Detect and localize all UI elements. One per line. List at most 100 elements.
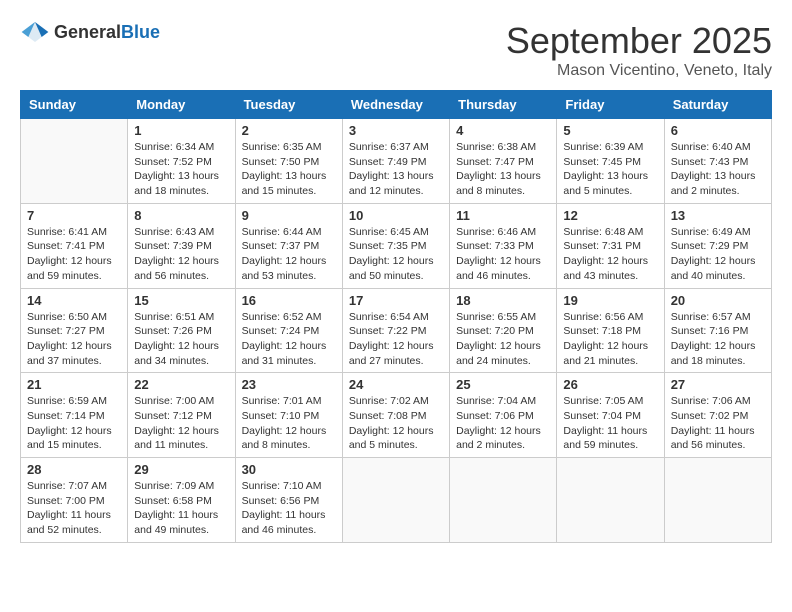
day-number: 17	[349, 293, 443, 308]
day-info: Sunrise: 6:50 AMSunset: 7:27 PMDaylight:…	[27, 310, 121, 369]
table-row: 13 Sunrise: 6:49 AMSunset: 7:29 PMDayligh…	[664, 203, 771, 288]
table-row: 27 Sunrise: 7:06 AMSunset: 7:02 PMDayligh…	[664, 373, 771, 458]
day-number: 15	[134, 293, 228, 308]
calendar-week-row: 28 Sunrise: 7:07 AMSunset: 7:00 PMDayligh…	[21, 458, 772, 543]
table-row: 8 Sunrise: 6:43 AMSunset: 7:39 PMDaylight…	[128, 203, 235, 288]
day-number: 14	[27, 293, 121, 308]
day-number: 6	[671, 123, 765, 138]
day-info: Sunrise: 7:00 AMSunset: 7:12 PMDaylight:…	[134, 394, 228, 453]
table-row	[450, 458, 557, 543]
day-info: Sunrise: 6:44 AMSunset: 7:37 PMDaylight:…	[242, 225, 336, 284]
day-number: 4	[456, 123, 550, 138]
table-row: 26Sunrise: 7:05 AMSunset: 7:04 PMDayligh…	[557, 373, 664, 458]
day-info: Sunrise: 6:39 AMSunset: 7:45 PMDaylight:…	[563, 140, 657, 199]
day-info: Sunrise: 6:35 AMSunset: 7:50 PMDaylight:…	[242, 140, 336, 199]
day-info: Sunrise: 6:55 AMSunset: 7:20 PMDaylight:…	[456, 310, 550, 369]
table-row	[342, 458, 449, 543]
table-row	[664, 458, 771, 543]
table-row: 2 Sunrise: 6:35 AMSunset: 7:50 PMDaylight…	[235, 119, 342, 204]
table-row: 5 Sunrise: 6:39 AMSunset: 7:45 PMDaylight…	[557, 119, 664, 204]
day-number: 27	[671, 377, 765, 392]
table-row: 15 Sunrise: 6:51 AMSunset: 7:26 PMDayligh…	[128, 288, 235, 373]
table-row: 6 Sunrise: 6:40 AMSunset: 7:43 PMDaylight…	[664, 119, 771, 204]
day-info: Sunrise: 6:46 AMSunset: 7:33 PMDaylight:…	[456, 225, 550, 284]
table-row: 4 Sunrise: 6:38 AMSunset: 7:47 PMDaylight…	[450, 119, 557, 204]
day-info: Sunrise: 6:59 AMSunset: 7:14 PMDaylight:…	[27, 394, 121, 453]
title-block: September 2025 Mason Vicentino, Veneto, …	[506, 20, 772, 80]
day-number: 13	[671, 208, 765, 223]
table-row: 17 Sunrise: 6:54 AMSunset: 7:22 PMDayligh…	[342, 288, 449, 373]
col-tuesday: Tuesday	[235, 91, 342, 119]
day-info: Sunrise: 6:34 AMSunset: 7:52 PMDaylight:…	[134, 140, 228, 199]
day-number: 30	[242, 462, 336, 477]
day-number: 11	[456, 208, 550, 223]
logo-text-blue: Blue	[121, 22, 160, 42]
day-info: Sunrise: 6:41 AMSunset: 7:41 PMDaylight:…	[27, 225, 121, 284]
day-info: Sunrise: 6:49 AMSunset: 7:29 PMDaylight:…	[671, 225, 765, 284]
col-monday: Monday	[128, 91, 235, 119]
day-number: 24	[349, 377, 443, 392]
table-row: 25 Sunrise: 7:04 AMSunset: 7:06 PMDayligh…	[450, 373, 557, 458]
day-info: Sunrise: 6:38 AMSunset: 7:47 PMDaylight:…	[456, 140, 550, 199]
day-info: Sunrise: 7:04 AMSunset: 7:06 PMDaylight:…	[456, 394, 550, 453]
day-info: Sunrise: 6:45 AMSunset: 7:35 PMDaylight:…	[349, 225, 443, 284]
location-title: Mason Vicentino, Veneto, Italy	[506, 62, 772, 80]
table-row: 19 Sunrise: 6:56 AMSunset: 7:18 PMDayligh…	[557, 288, 664, 373]
col-thursday: Thursday	[450, 91, 557, 119]
day-info: Sunrise: 6:40 AMSunset: 7:43 PMDaylight:…	[671, 140, 765, 199]
col-saturday: Saturday	[664, 91, 771, 119]
day-info: Sunrise: 6:54 AMSunset: 7:22 PMDaylight:…	[349, 310, 443, 369]
day-number: 10	[349, 208, 443, 223]
table-row: 10 Sunrise: 6:45 AMSunset: 7:35 PMDayligh…	[342, 203, 449, 288]
month-title: September 2025	[506, 20, 772, 62]
calendar-week-row: 1 Sunrise: 6:34 AMSunset: 7:52 PMDaylight…	[21, 119, 772, 204]
page-header: GeneralBlue September 2025 Mason Vicenti…	[20, 20, 772, 80]
day-info: Sunrise: 6:57 AMSunset: 7:16 PMDaylight:…	[671, 310, 765, 369]
table-row: 20 Sunrise: 6:57 AMSunset: 7:16 PMDayligh…	[664, 288, 771, 373]
calendar-week-row: 14 Sunrise: 6:50 AMSunset: 7:27 PMDayligh…	[21, 288, 772, 373]
day-number: 25	[456, 377, 550, 392]
day-number: 21	[27, 377, 121, 392]
day-number: 22	[134, 377, 228, 392]
day-number: 12	[563, 208, 657, 223]
day-info: Sunrise: 7:09 AMSunset: 6:58 PMDaylight:…	[134, 479, 228, 538]
col-friday: Friday	[557, 91, 664, 119]
day-info: Sunrise: 6:48 AMSunset: 7:31 PMDaylight:…	[563, 225, 657, 284]
day-info: Sunrise: 6:56 AMSunset: 7:18 PMDaylight:…	[563, 310, 657, 369]
day-number: 19	[563, 293, 657, 308]
calendar-week-row: 7 Sunrise: 6:41 AMSunset: 7:41 PMDaylight…	[21, 203, 772, 288]
day-number: 23	[242, 377, 336, 392]
day-info: Sunrise: 7:07 AMSunset: 7:00 PMDaylight:…	[27, 479, 121, 538]
day-number: 9	[242, 208, 336, 223]
table-row: 30 Sunrise: 7:10 AMSunset: 6:56 PMDayligh…	[235, 458, 342, 543]
day-info: Sunrise: 6:51 AMSunset: 7:26 PMDaylight:…	[134, 310, 228, 369]
day-number: 26	[563, 377, 657, 392]
day-number: 8	[134, 208, 228, 223]
day-number: 29	[134, 462, 228, 477]
table-row: 29 Sunrise: 7:09 AMSunset: 6:58 PMDayligh…	[128, 458, 235, 543]
table-row: 11 Sunrise: 6:46 AMSunset: 7:33 PMDayligh…	[450, 203, 557, 288]
day-number: 28	[27, 462, 121, 477]
table-row: 28 Sunrise: 7:07 AMSunset: 7:00 PMDayligh…	[21, 458, 128, 543]
day-number: 2	[242, 123, 336, 138]
day-number: 20	[671, 293, 765, 308]
col-sunday: Sunday	[21, 91, 128, 119]
logo-icon	[20, 20, 50, 44]
col-wednesday: Wednesday	[342, 91, 449, 119]
table-row: 1 Sunrise: 6:34 AMSunset: 7:52 PMDaylight…	[128, 119, 235, 204]
table-row: 7 Sunrise: 6:41 AMSunset: 7:41 PMDaylight…	[21, 203, 128, 288]
table-row: 18Sunrise: 6:55 AMSunset: 7:20 PMDayligh…	[450, 288, 557, 373]
day-info: Sunrise: 7:02 AMSunset: 7:08 PMDaylight:…	[349, 394, 443, 453]
day-number: 7	[27, 208, 121, 223]
day-info: Sunrise: 7:10 AMSunset: 6:56 PMDaylight:…	[242, 479, 336, 538]
table-row: 16Sunrise: 6:52 AMSunset: 7:24 PMDayligh…	[235, 288, 342, 373]
logo-text-general: General	[54, 22, 121, 42]
day-info: Sunrise: 6:43 AMSunset: 7:39 PMDaylight:…	[134, 225, 228, 284]
day-number: 3	[349, 123, 443, 138]
day-number: 1	[134, 123, 228, 138]
day-info: Sunrise: 6:37 AMSunset: 7:49 PMDaylight:…	[349, 140, 443, 199]
logo: GeneralBlue	[20, 20, 160, 44]
day-info: Sunrise: 7:06 AMSunset: 7:02 PMDaylight:…	[671, 394, 765, 453]
day-number: 16	[242, 293, 336, 308]
day-number: 5	[563, 123, 657, 138]
